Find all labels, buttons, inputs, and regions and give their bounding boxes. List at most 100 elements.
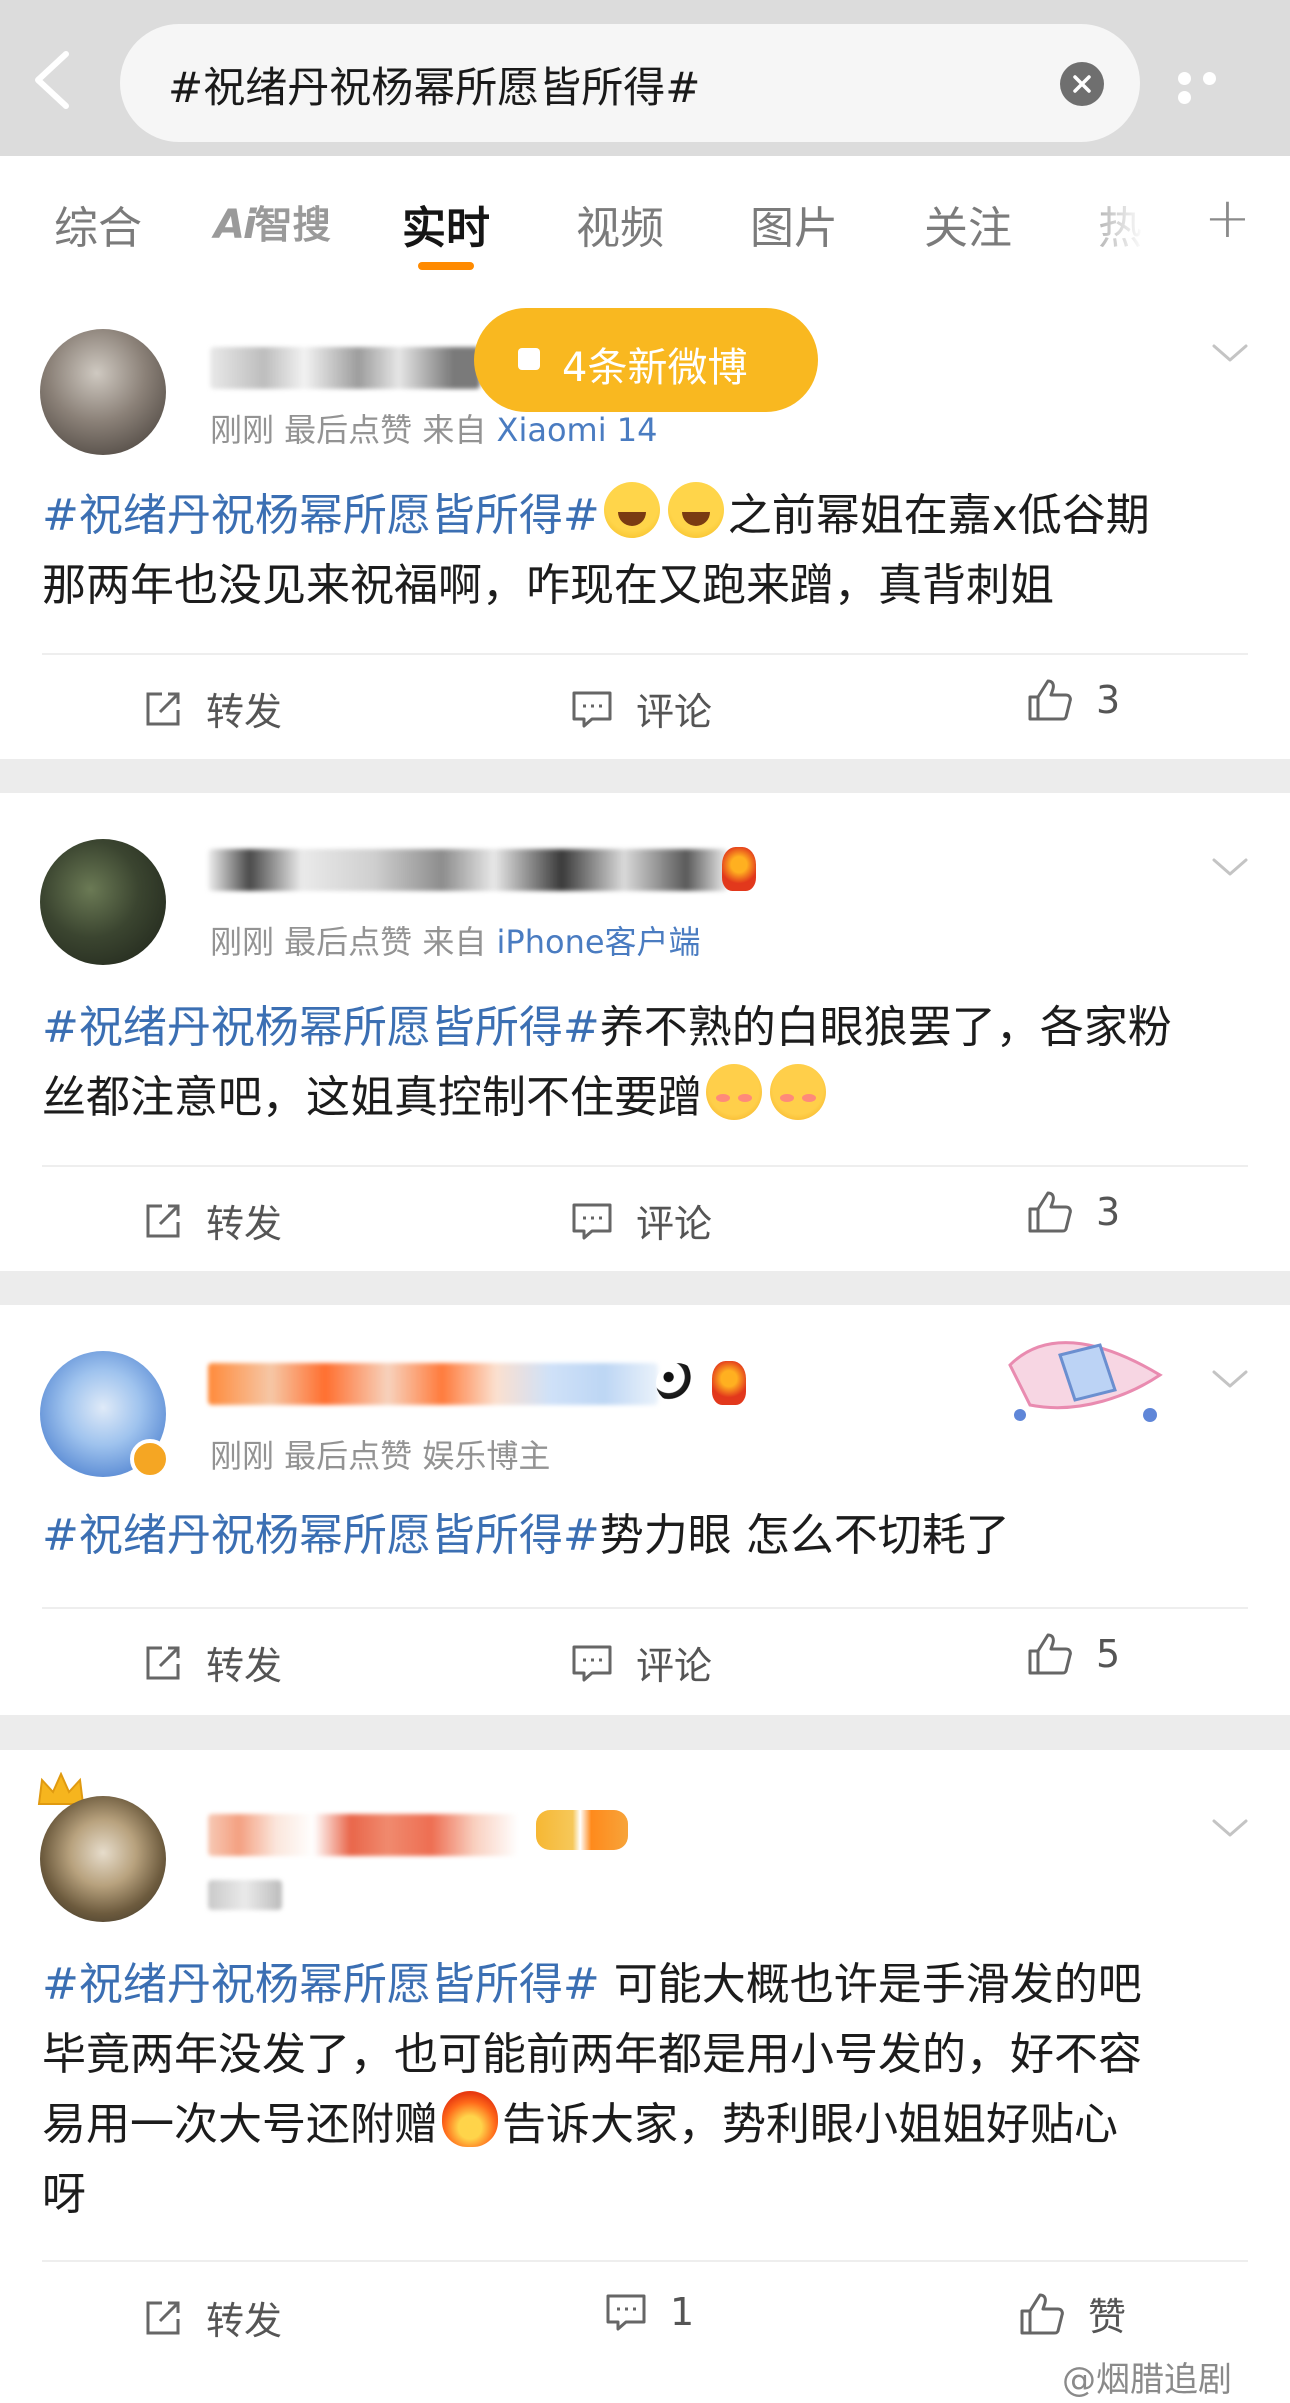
- username-blurred[interactable]: [210, 347, 480, 389]
- post-content: #祝绪丹祝杨幂所愿皆所得# 之前幂姐在嘉x低谷期 那两年也没见来祝福啊，咋现在又跑…: [42, 481, 1252, 621]
- thumbs-up-icon: [1028, 679, 1072, 721]
- thumbs-up-icon: [1028, 1191, 1072, 1233]
- tab-bar: 综合 Ai智搜 实时 视频 图片 关注 热 +: [0, 156, 1290, 281]
- tab-ai-search[interactable]: Ai智搜: [214, 194, 331, 249]
- post-text: 告诉大家，势利眼小姐姐好贴心: [502, 2099, 1118, 2150]
- laugh-emoji-icon: [667, 482, 724, 538]
- like-count: 3: [1096, 1190, 1121, 1234]
- like-label: 赞: [1088, 2295, 1127, 2339]
- repost-label: 转发: [206, 1202, 283, 1246]
- post-card[interactable]: #祝绪丹祝杨幂所愿皆所得# 可能大概也许是手滑发的吧 毕竟两年没发了，也可能前两…: [0, 1750, 1290, 2403]
- top-bar: #祝绪丹祝杨幂所愿皆所得#: [0, 0, 1290, 156]
- repost-label: 转发: [206, 2299, 283, 2343]
- post-text: 呀: [42, 2169, 86, 2220]
- divider: [42, 1165, 1248, 1167]
- hashtag-link[interactable]: #祝绪丹祝杨幂所愿皆所得#: [42, 1959, 600, 2010]
- post-time: 刚刚 最后点赞 来自: [210, 923, 487, 961]
- post-text: 之前幂姐在嘉x低谷期: [727, 490, 1150, 541]
- like-count: 5: [1096, 1632, 1121, 1676]
- comment-button[interactable]: 评论: [570, 1193, 712, 1248]
- post-time: 刚刚 最后点赞 来自: [210, 411, 487, 449]
- post-time-blurred: [208, 1880, 282, 1910]
- username-blurred[interactable]: [208, 1363, 658, 1405]
- post-text: 养不熟的白眼狼罢了，各家粉: [599, 1002, 1172, 1053]
- repost-button[interactable]: 转发: [142, 1193, 282, 1248]
- search-query: #祝绪丹祝杨幂所愿皆所得#: [168, 63, 701, 112]
- comment-button[interactable]: 评论: [570, 681, 712, 736]
- post-text: 易用一次大号还附赠: [42, 2099, 438, 2150]
- divider: [42, 653, 1248, 655]
- post-card[interactable]: 刚刚 最后点赞 娱乐博主 #祝绪丹祝杨幂所愿皆所得#势力眼 怎么不切耗了 转发 …: [0, 1305, 1290, 1715]
- card-decoration-icon: [990, 1305, 1180, 1435]
- post-text: 可能大概也许是手滑发的吧: [599, 1959, 1142, 2010]
- comment-button[interactable]: 评论: [570, 1635, 712, 1690]
- blush-emoji-icon: [706, 1064, 762, 1120]
- comment-icon: [572, 1203, 612, 1239]
- tab-ai-search-label: 智搜: [254, 203, 331, 247]
- toast-label: 4条新微博: [562, 345, 748, 391]
- watermark: @烟腊追剧: [1062, 2352, 1232, 2401]
- new-posts-toast[interactable]: 4条新微博: [474, 308, 818, 412]
- post-time: 刚刚 最后点赞 娱乐博主: [210, 1437, 551, 1475]
- avatar[interactable]: [40, 1796, 166, 1922]
- post-meta: 刚刚 最后点赞 来自 iPhone客户端: [210, 917, 701, 963]
- badge-icon: [712, 1361, 746, 1405]
- post-text: 那两年也没见来祝福啊，咋现在又跑来蹭，真背刺姐: [42, 560, 1054, 611]
- post-card[interactable]: 刚刚 最后点赞 来自 iPhone客户端 #祝绪丹祝杨幂所愿皆所得#养不熟的白眼…: [0, 793, 1290, 1271]
- badge-icon: [722, 847, 756, 891]
- repost-icon: [146, 692, 180, 725]
- post-meta: 刚刚 最后点赞 娱乐博主: [210, 1431, 550, 1477]
- post-source[interactable]: iPhone客户端: [497, 923, 701, 961]
- like-button[interactable]: 3: [1026, 1189, 1120, 1235]
- tab-realtime[interactable]: 实时: [402, 192, 490, 256]
- fire-emoji-icon: [442, 2091, 498, 2147]
- username-blurred[interactable]: [208, 849, 728, 891]
- chevron-down-icon[interactable]: [1210, 855, 1250, 879]
- chevron-down-icon[interactable]: [1210, 1367, 1250, 1391]
- search-input[interactable]: #祝绪丹祝杨幂所愿皆所得#: [120, 24, 1140, 142]
- comment-icon: [572, 1645, 612, 1681]
- repost-icon: [146, 1204, 180, 1237]
- level-badge-icon: [536, 1810, 628, 1850]
- post-content: #祝绪丹祝杨幂所愿皆所得#养不熟的白眼狼罢了，各家粉 丝都注意吧，这姐真控制不住…: [42, 993, 1252, 1133]
- post-content: #祝绪丹祝杨幂所愿皆所得# 可能大概也许是手滑发的吧 毕竟两年没发了，也可能前两…: [42, 1950, 1252, 2230]
- comment-label: 评论: [636, 1202, 713, 1246]
- chevron-down-icon[interactable]: [1210, 1816, 1250, 1840]
- like-button[interactable]: 赞: [1018, 2286, 1126, 2341]
- repost-button[interactable]: 转发: [142, 2290, 282, 2345]
- tab-video[interactable]: 视频: [576, 192, 664, 256]
- tab-following[interactable]: 关注: [924, 192, 1012, 256]
- back-icon[interactable]: [30, 48, 78, 112]
- repost-icon: [146, 2301, 180, 2334]
- post-text: 丝都注意吧，这姐真控制不住要蹭: [42, 1072, 702, 1123]
- ai-search-logo: Ai: [214, 202, 257, 248]
- more-icon[interactable]: [1178, 70, 1248, 104]
- repost-button[interactable]: 转发: [142, 681, 282, 736]
- repost-button[interactable]: 转发: [142, 1635, 282, 1690]
- comment-label: 评论: [636, 690, 713, 734]
- thumbs-up-icon: [1028, 1633, 1072, 1675]
- panda-icon: [656, 1363, 698, 1403]
- post-content: #祝绪丹祝杨幂所愿皆所得#势力眼 怎么不切耗了: [42, 1501, 1252, 1571]
- post-source[interactable]: Xiaomi 14: [497, 411, 658, 449]
- repost-label: 转发: [206, 1644, 283, 1688]
- comment-button[interactable]: 1: [604, 2290, 694, 2334]
- verified-badge-icon: [130, 1439, 170, 1479]
- like-button[interactable]: 5: [1026, 1631, 1120, 1677]
- clear-icon[interactable]: [1060, 62, 1104, 106]
- username-blurred[interactable]: [208, 1814, 518, 1856]
- hashtag-link[interactable]: #祝绪丹祝杨幂所愿皆所得#: [42, 490, 600, 541]
- add-tab-icon[interactable]: +: [1204, 186, 1251, 251]
- hashtag-link[interactable]: #祝绪丹祝杨幂所愿皆所得#: [42, 1002, 600, 1053]
- avatar[interactable]: [40, 839, 166, 965]
- avatar[interactable]: [40, 329, 166, 455]
- like-button[interactable]: 3: [1026, 677, 1120, 723]
- comment-icon: [606, 2294, 646, 2331]
- hashtag-link[interactable]: #祝绪丹祝杨幂所愿皆所得#: [42, 1510, 600, 1561]
- repost-icon: [146, 1646, 180, 1679]
- chevron-down-icon[interactable]: [1210, 341, 1250, 365]
- divider: [42, 1607, 1248, 1609]
- tab-images[interactable]: 图片: [750, 192, 838, 256]
- tab-comprehensive[interactable]: 综合: [54, 192, 142, 256]
- tab-fade: [1060, 156, 1180, 281]
